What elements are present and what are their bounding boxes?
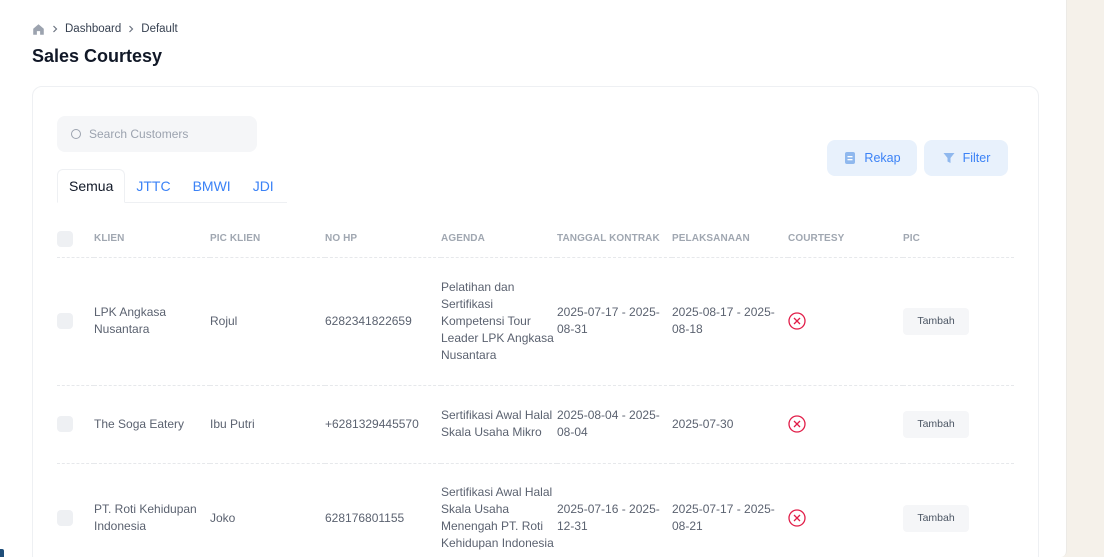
cell-courtesy [788, 385, 903, 464]
tambah-button[interactable]: Tambah [903, 307, 969, 335]
cell-tanggal-kontrak: 2025-08-04 - 2025-08-04 [557, 385, 672, 464]
home-icon[interactable] [32, 23, 45, 36]
customers-panel: Semua JTTC BMWI JDI Rekap Filter KLIEN P… [32, 86, 1039, 557]
breadcrumb: Dashboard Default [32, 22, 178, 36]
filter-button[interactable]: Filter [924, 140, 1008, 176]
column-header-tanggal-kontrak: TANGGAL KONTRAK [557, 221, 672, 258]
rekap-button[interactable]: Rekap [827, 140, 917, 176]
table-row: LPK Angkasa Nusantara Rojul 628234182265… [57, 257, 1014, 386]
row-select-cell [57, 385, 94, 464]
cell-courtesy [788, 463, 903, 557]
tab-jttc[interactable]: JTTC [125, 169, 181, 202]
x-circle-icon [788, 509, 806, 527]
column-header-no-hp: NO HP [325, 221, 441, 258]
funnel-icon [942, 151, 956, 165]
table-row: The Soga Eatery Ibu Putri +6281329445570… [57, 385, 1014, 464]
breadcrumb-item-default: Default [141, 23, 178, 35]
tab-semua[interactable]: Semua [57, 169, 126, 203]
tab-jdi[interactable]: JDI [242, 169, 285, 202]
page-title: Sales Courtesy [32, 46, 163, 66]
cell-pic-klien: Rojul [210, 257, 325, 386]
cell-courtesy [788, 257, 903, 386]
cell-klien: LPK Angkasa Nusantara [94, 257, 210, 386]
x-circle-icon [788, 415, 806, 433]
x-circle-icon [788, 312, 806, 330]
table-row: PT. Roti Kehidupan Indonesia Joko 628176… [57, 463, 1014, 557]
cell-pic: Tambah [903, 257, 1014, 386]
cell-pic: Tambah [903, 385, 1014, 464]
row-checkbox[interactable] [57, 510, 73, 526]
row-select-cell [57, 463, 94, 557]
chevron-right-icon [51, 25, 59, 33]
breadcrumb-item-dashboard[interactable]: Dashboard [65, 23, 121, 35]
cell-pelaksanaan: 2025-07-30 [672, 385, 788, 464]
document-icon [843, 151, 857, 165]
column-header-pic: PIC [903, 221, 1014, 258]
search-icon [71, 129, 81, 139]
column-header-pic-klien: PIC KLIEN [210, 221, 325, 258]
column-header-courtesy: COURTESY [788, 221, 903, 258]
rekap-label: Rekap [864, 151, 901, 165]
page-card: Dashboard Default Sales Courtesy Semua J… [0, 0, 1067, 557]
select-all-cell [57, 221, 94, 258]
column-header-klien: KLIEN [94, 221, 210, 258]
table-header-row: KLIEN PIC KLIEN NO HP AGENDA TANGGAL KON… [57, 221, 1014, 258]
customers-table: KLIEN PIC KLIEN NO HP AGENDA TANGGAL KON… [57, 221, 1014, 557]
cell-agenda: Sertifikasi Awal Halal Skala Usaha Menen… [441, 463, 557, 557]
row-checkbox[interactable] [57, 313, 73, 329]
cell-pelaksanaan: 2025-08-17 - 2025-08-18 [672, 257, 788, 386]
cell-tanggal-kontrak: 2025-07-16 - 2025-12-31 [557, 463, 672, 557]
cell-tanggal-kontrak: 2025-07-17 - 2025-08-31 [557, 257, 672, 386]
chevron-right-icon [127, 25, 135, 33]
column-header-agenda: AGENDA [441, 221, 557, 258]
tab-bar: Semua JTTC BMWI JDI [57, 169, 287, 203]
cell-klien: The Soga Eatery [94, 385, 210, 464]
filter-label: Filter [962, 151, 991, 165]
corner-indicator [0, 549, 4, 557]
tambah-button[interactable]: Tambah [903, 410, 969, 438]
tambah-button[interactable]: Tambah [903, 504, 969, 532]
cell-pelaksanaan: 2025-07-17 - 2025-08-21 [672, 463, 788, 557]
cell-pic: Tambah [903, 463, 1014, 557]
cell-klien: PT. Roti Kehidupan Indonesia [94, 463, 210, 557]
search-box[interactable] [57, 116, 257, 152]
cell-no-hp: 628176801155 [325, 463, 441, 557]
cell-no-hp: 6282341822659 [325, 257, 441, 386]
cell-no-hp: +6281329445570 [325, 385, 441, 464]
cell-pic-klien: Joko [210, 463, 325, 557]
column-header-pelaksanaan: PELAKSANAAN [672, 221, 788, 258]
row-select-cell [57, 257, 94, 386]
cell-agenda: Pelatihan dan Sertifikasi Kompetensi Tou… [441, 257, 557, 386]
cell-agenda: Sertifikasi Awal Halal Skala Usaha Mikro [441, 385, 557, 464]
row-checkbox[interactable] [57, 416, 73, 432]
select-all-checkbox[interactable] [57, 230, 73, 247]
tab-bmwi[interactable]: BMWI [182, 169, 242, 202]
search-input[interactable] [89, 127, 239, 141]
cell-pic-klien: Ibu Putri [210, 385, 325, 464]
